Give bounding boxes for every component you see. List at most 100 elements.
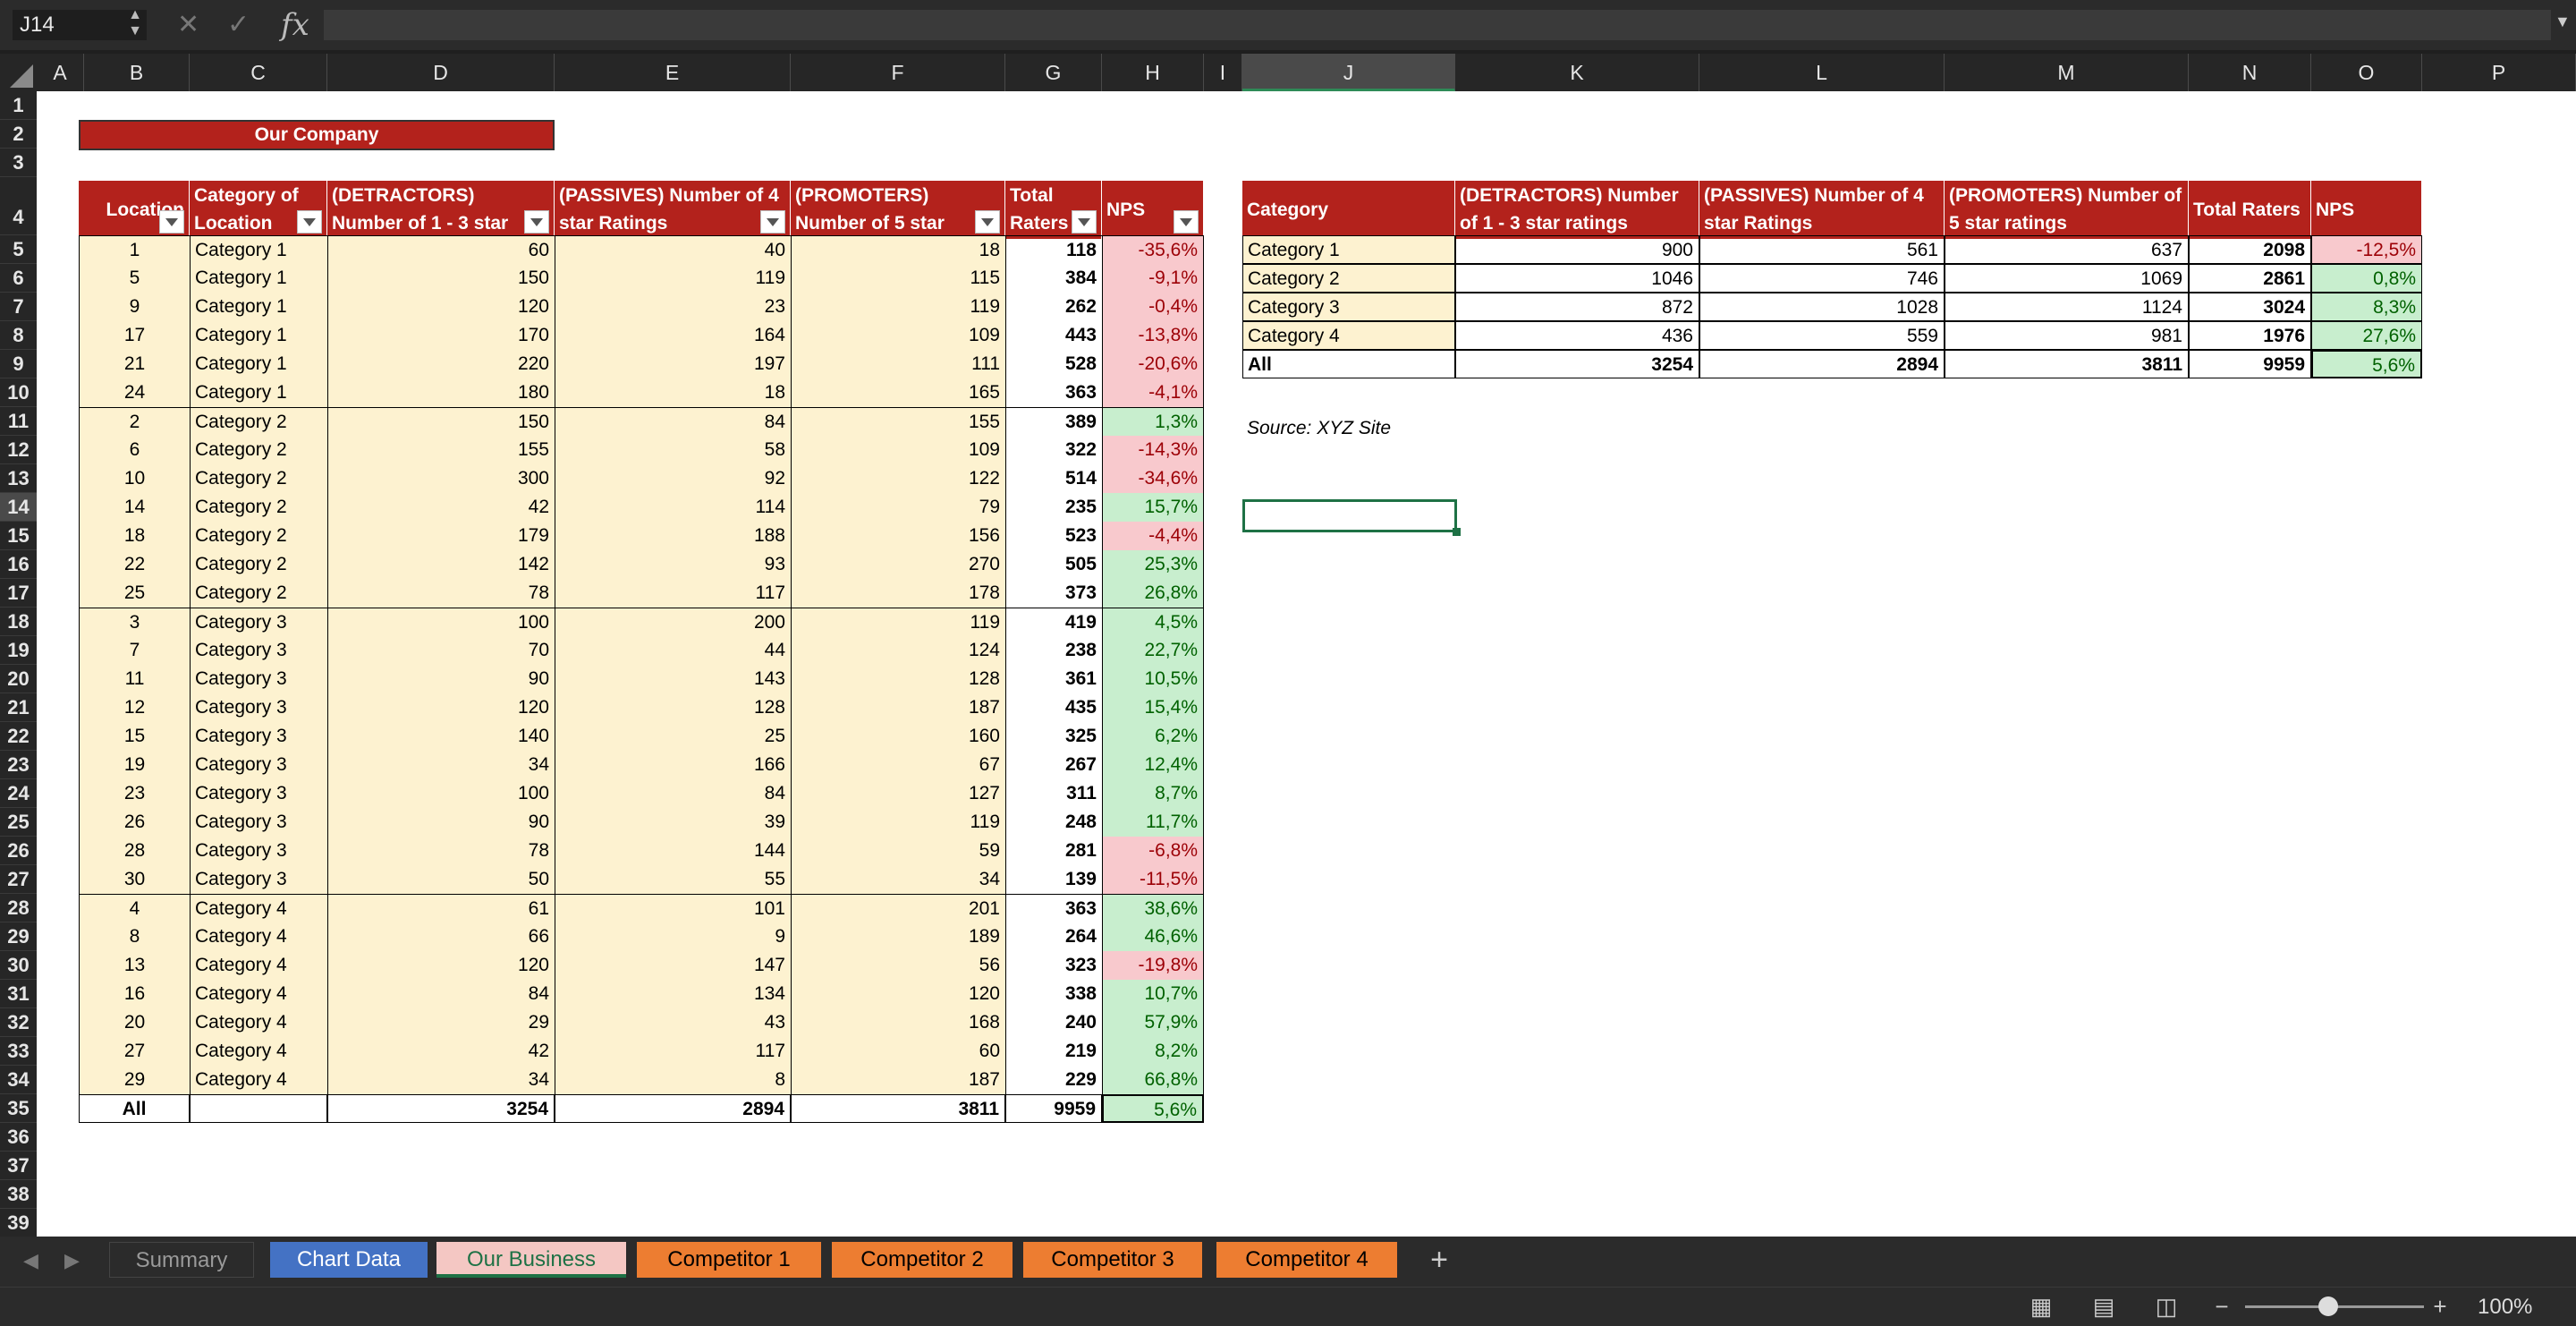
row-header-39[interactable]: 39 xyxy=(0,1209,37,1237)
normal-view-icon[interactable]: ▦ xyxy=(2023,1291,2059,1322)
filter-dropdown-icon[interactable] xyxy=(975,210,1000,234)
row-header-16[interactable]: 16 xyxy=(0,550,37,579)
filter-dropdown-icon[interactable] xyxy=(1072,210,1097,234)
row-header-18[interactable]: 18 xyxy=(0,608,37,636)
column-header-f[interactable]: F xyxy=(791,54,1005,91)
row-header-26[interactable]: 26 xyxy=(0,837,37,865)
table-cell: Category 1 xyxy=(1242,235,1455,264)
filter-dropdown-icon[interactable] xyxy=(159,210,184,234)
row-header-15[interactable]: 15 xyxy=(0,522,37,550)
column-header-b[interactable]: B xyxy=(84,54,190,91)
zoom-slider-handle[interactable] xyxy=(2318,1296,2338,1316)
column-header-k[interactable]: K xyxy=(1455,54,1699,91)
sheet-tab-competitor-3[interactable]: Competitor 3 xyxy=(1023,1242,1202,1278)
row-header-19[interactable]: 19 xyxy=(0,636,37,665)
row-header-13[interactable]: 13 xyxy=(0,464,37,493)
row-header-22[interactable]: 22 xyxy=(0,722,37,751)
column-header-d[interactable]: D xyxy=(327,54,555,91)
formula-input[interactable] xyxy=(324,10,2551,40)
sheet-tab-summary[interactable]: Summary xyxy=(109,1242,254,1278)
table2-header-3: (PROMOTERS) Number of 5 star ratings xyxy=(1945,181,2189,239)
column-header-a[interactable]: A xyxy=(37,54,84,91)
sheet-tab-chart-data[interactable]: Chart Data xyxy=(270,1242,428,1278)
row-header-21[interactable]: 21 xyxy=(0,693,37,722)
row-header-14[interactable]: 14 xyxy=(0,493,37,522)
row-header-7[interactable]: 7 xyxy=(0,293,37,321)
row-header-8[interactable]: 8 xyxy=(0,321,37,350)
scroll-tabs-left-icon[interactable]: ◀ xyxy=(23,1249,38,1272)
row-header-33[interactable]: 33 xyxy=(0,1037,37,1066)
row-header-35[interactable]: 35 xyxy=(0,1094,37,1123)
sheet-tab-competitor-2[interactable]: Competitor 2 xyxy=(832,1242,1013,1278)
row-header-10[interactable]: 10 xyxy=(0,378,37,407)
sheet-tab-competitor-4[interactable]: Competitor 4 xyxy=(1216,1242,1397,1278)
sheet-tab-competitor-1[interactable]: Competitor 1 xyxy=(637,1242,821,1278)
zoom-out-icon[interactable]: − xyxy=(2204,1291,2240,1322)
filter-dropdown-icon[interactable] xyxy=(297,210,322,234)
add-sheet-button[interactable]: + xyxy=(1417,1242,1462,1278)
page-layout-icon[interactable]: ▤ xyxy=(2086,1291,2122,1322)
row-header-3[interactable]: 3 xyxy=(0,149,37,177)
filter-dropdown-icon[interactable] xyxy=(1174,210,1199,234)
row-header-12[interactable]: 12 xyxy=(0,436,37,464)
column-header-p[interactable]: P xyxy=(2422,54,2576,91)
table-cell: 505 xyxy=(1005,550,1102,579)
zoom-in-icon[interactable]: + xyxy=(2422,1291,2458,1322)
fill-handle[interactable] xyxy=(1453,528,1461,536)
filter-dropdown-icon[interactable] xyxy=(760,210,785,234)
formula-bar: J14 ▲ ▼ ✕ ✓ fx ▼ xyxy=(0,0,2576,50)
row-header-28[interactable]: 28 xyxy=(0,894,37,922)
nps-score-cell: -4,4% xyxy=(1102,522,1204,550)
active-cell-selection[interactable] xyxy=(1242,499,1457,532)
table-cell: 872 xyxy=(1455,293,1699,321)
row-header-29[interactable]: 29 xyxy=(0,922,37,951)
row-header-34[interactable]: 34 xyxy=(0,1066,37,1094)
row-header-31[interactable]: 31 xyxy=(0,980,37,1008)
column-header-j[interactable]: J xyxy=(1242,54,1455,91)
row-header-24[interactable]: 24 xyxy=(0,779,37,808)
confirm-icon[interactable]: ✓ xyxy=(227,9,250,41)
row-header-23[interactable]: 23 xyxy=(0,751,37,779)
row-header-20[interactable]: 20 xyxy=(0,665,37,693)
row-header-30[interactable]: 30 xyxy=(0,951,37,980)
zoom-level[interactable]: 100% xyxy=(2478,1295,2532,1320)
column-header-i[interactable]: I xyxy=(1204,54,1242,91)
scroll-tabs-right-icon[interactable]: ▶ xyxy=(64,1249,80,1272)
row-header-25[interactable]: 25 xyxy=(0,808,37,837)
column-header-l[interactable]: L xyxy=(1699,54,1945,91)
column-header-n[interactable]: N xyxy=(2189,54,2311,91)
insert-function-icon[interactable]: fx xyxy=(281,9,309,41)
column-header-c[interactable]: C xyxy=(190,54,327,91)
name-box-spinner-icon[interactable]: ▲ ▼ xyxy=(123,7,147,43)
sheet-tab-our-business[interactable]: Our Business xyxy=(436,1242,626,1278)
select-all-corner[interactable] xyxy=(0,54,37,91)
filter-dropdown-icon[interactable] xyxy=(524,210,549,234)
row-header-11[interactable]: 11 xyxy=(0,407,37,436)
cancel-icon[interactable]: ✕ xyxy=(177,9,199,41)
row-header-1[interactable]: 1 xyxy=(0,91,37,120)
table-cell: 160 xyxy=(791,722,1005,751)
row-header-27[interactable]: 27 xyxy=(0,865,37,894)
table-cell: Category 1 xyxy=(190,235,327,264)
formula-expand-icon[interactable]: ▼ xyxy=(2555,13,2571,31)
column-header-m[interactable]: M xyxy=(1945,54,2189,91)
sheet-grid[interactable]: ABCDEFGHIJKLMNOP 1 2 3 4 5 6 7 8 9 10 11 12 13 14 15 16… xyxy=(0,54,2576,1237)
column-header-o[interactable]: O xyxy=(2311,54,2422,91)
row-header-17[interactable]: 17 xyxy=(0,579,37,608)
row-header-32[interactable]: 32 xyxy=(0,1008,37,1037)
row-header-9[interactable]: 9 xyxy=(0,350,37,378)
row-header-36[interactable]: 36 xyxy=(0,1123,37,1152)
row-header-4[interactable]: 4 xyxy=(0,177,37,235)
page-break-preview-icon[interactable]: ◫ xyxy=(2148,1291,2184,1322)
column-header-e[interactable]: E xyxy=(555,54,791,91)
row-header-6[interactable]: 6 xyxy=(0,264,37,293)
row-header-2[interactable]: 2 xyxy=(0,120,37,149)
nps-cell: 0,8% xyxy=(2311,264,2422,293)
column-header-h[interactable]: H xyxy=(1102,54,1204,91)
table1-header-3: (PASSIVES) Number of 4 star Ratings xyxy=(555,181,791,239)
column-header-g[interactable]: G xyxy=(1005,54,1102,91)
row-header-5[interactable]: 5 xyxy=(0,235,37,264)
row-header-37[interactable]: 37 xyxy=(0,1152,37,1180)
table-cell: 363 xyxy=(1005,378,1102,407)
row-header-38[interactable]: 38 xyxy=(0,1180,37,1209)
